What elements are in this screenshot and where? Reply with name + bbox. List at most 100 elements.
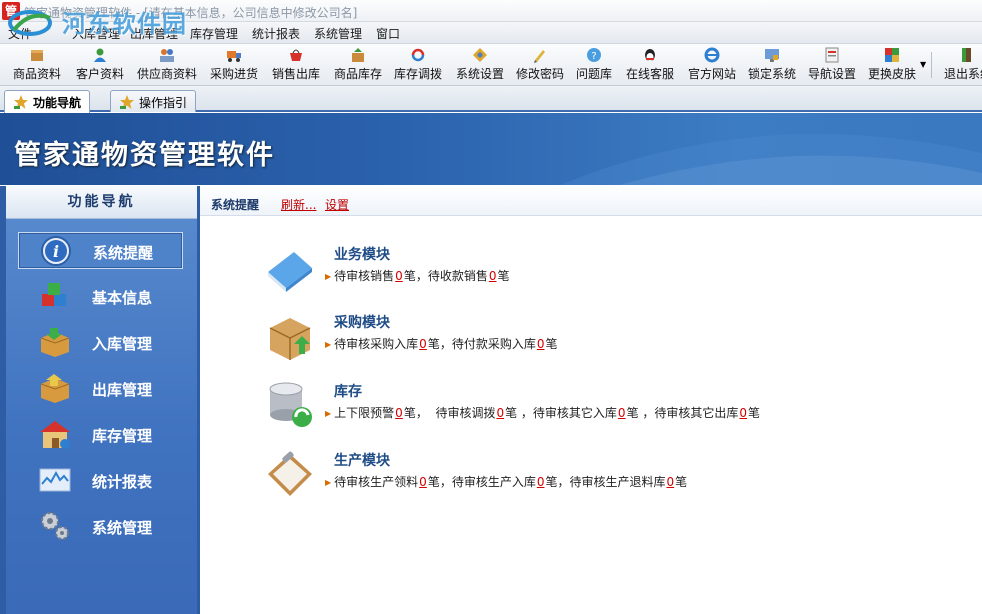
- count-link[interactable]: 0: [665, 475, 675, 489]
- change-password-button[interactable]: 修改密码: [512, 45, 568, 85]
- module-detail: ▶ 待审核采购入库0笔，待付款采购入库0笔: [325, 335, 557, 352]
- change-skin-button[interactable]: 更换皮肤: [864, 45, 920, 85]
- official-site-label: 官方网站: [687, 67, 736, 81]
- customer-label: 客户资料: [75, 67, 124, 81]
- tab-operation-guide[interactable]: 操作指引: [110, 90, 197, 112]
- tab-function-nav-label: 功能导航: [33, 96, 82, 110]
- exit-button[interactable]: 退出系统: [940, 45, 982, 85]
- info-icon: i: [41, 236, 71, 266]
- tab-function-nav[interactable]: 功能导航: [4, 90, 91, 113]
- count-link[interactable]: 0: [394, 406, 404, 420]
- nav-label-system-reminder: 系统提醒: [93, 244, 154, 262]
- goods-icon: [31, 50, 43, 61]
- nav-settings-icon: [825, 47, 839, 63]
- bullet-arrow-icon: ▶: [325, 340, 332, 349]
- nav-label-stock-in: 入库管理: [92, 335, 153, 353]
- purchase-button[interactable]: 采购进货: [206, 45, 262, 85]
- faq-button[interactable]: ? 问题库: [574, 45, 614, 85]
- qq-icon: [645, 49, 655, 61]
- faq-label: 问题库: [575, 67, 612, 81]
- lock-system-label: 锁定系统: [747, 67, 796, 81]
- settings-link[interactable]: 设置: [325, 196, 349, 213]
- detail-text: 笔，待审核生产退料库: [545, 475, 666, 489]
- detail-text: 笔 ，待审核其它出库: [626, 406, 739, 420]
- nav-item-basic-info[interactable]: 基本信息: [18, 278, 183, 315]
- nav-label-statistics: 统计报表: [92, 473, 153, 491]
- nav-settings-button[interactable]: 导航设置: [804, 45, 860, 85]
- customer-button[interactable]: 客户资料: [72, 45, 128, 85]
- goods-stock-button[interactable]: 商品库存: [330, 45, 386, 85]
- truck-icon: [227, 51, 241, 62]
- nav-label-basic-info: 基本信息: [92, 289, 153, 307]
- supplier-label: 供应商资料: [136, 67, 197, 81]
- module-detail: ▶ 上下限预警0笔， 待审核调拨0笔 ，待审核其它入库0笔 ，待审核其它出库0笔: [325, 404, 760, 421]
- palette-icon: [885, 48, 899, 62]
- goods-button[interactable]: 商品资料: [8, 45, 66, 85]
- detail-text: 笔，待审核生产入库: [427, 475, 536, 489]
- menu-report[interactable]: 统计报表: [252, 25, 300, 42]
- detail-text: 笔，待付款采购入库: [427, 337, 536, 351]
- count-link[interactable]: 0: [495, 406, 505, 420]
- nav-item-stock-in[interactable]: 入库管理: [18, 324, 183, 361]
- settings-icon: [473, 48, 487, 62]
- detail-text: 上下限预警: [334, 406, 395, 420]
- title-bar: 管 管家通物资管理软件 - [请在基本信息，公司信息中修改公司名]: [0, 0, 982, 22]
- detail-text: 待审核采购入库: [334, 337, 419, 351]
- warehouse-icon: [40, 421, 70, 449]
- module-detail: ▶ 待审核销售0笔，待收款销售0笔: [325, 267, 509, 284]
- online-service-button[interactable]: 在线客服: [622, 45, 678, 85]
- detail-text: 笔: [675, 475, 688, 489]
- menu-in-stock[interactable]: 入库管理: [72, 25, 120, 42]
- menu-inventory[interactable]: 库存管理: [190, 25, 238, 42]
- nav-item-statistics[interactable]: 统计报表: [18, 462, 183, 499]
- customer-icon: [94, 48, 106, 62]
- reminder-header: 系统提醒 刷新... 设置: [200, 186, 982, 216]
- stock-box-icon: [352, 48, 364, 62]
- nav-item-system-admin[interactable]: 系统管理: [18, 508, 183, 545]
- nav-item-system-reminder[interactable]: i 系统提醒: [18, 232, 183, 269]
- count-link[interactable]: 0: [394, 269, 404, 283]
- bullet-arrow-icon: ▶: [325, 478, 332, 487]
- toolbar-dropdown-icon[interactable]: ▼: [920, 60, 926, 69]
- sales-out-button[interactable]: 销售出库: [268, 45, 324, 85]
- goods-label: 商品资料: [12, 67, 61, 81]
- online-service-label: 在线客服: [625, 67, 674, 81]
- menu-file[interactable]: 文件: [8, 25, 32, 42]
- refresh-link[interactable]: 刷新...: [281, 196, 316, 213]
- module-business: 业务模块 ▶ 待审核销售0笔，待收款销售0笔: [264, 242, 824, 302]
- lock-screen-icon: [765, 49, 779, 62]
- svg-text:?: ?: [591, 51, 596, 62]
- count-link[interactable]: 0: [738, 406, 748, 420]
- detail-text: 笔: [748, 406, 761, 420]
- supplier-button[interactable]: 供应商资料: [134, 45, 200, 85]
- menu-out-stock[interactable]: 出库管理: [130, 25, 178, 42]
- function-nav-panel: 功能导航 i 系统提醒 基本信息 入库管理 出库管理 库存管理 统计报表 系统管…: [6, 186, 197, 614]
- count-link[interactable]: 0: [418, 337, 428, 351]
- basket-icon: [290, 49, 302, 61]
- official-site-button[interactable]: 官方网站: [684, 45, 740, 85]
- menu-system[interactable]: 系统管理: [314, 25, 362, 42]
- module-production: 生产模块 ▶ 待审核生产领料0笔，待审核生产入库0笔，待审核生产退料库0笔: [264, 448, 824, 508]
- nav-item-inventory[interactable]: 库存管理: [18, 416, 183, 453]
- detail-text: 待审核生产领料: [334, 475, 419, 489]
- detail-text: 笔，待收款销售: [403, 269, 488, 283]
- bullet-arrow-icon: ▶: [325, 409, 332, 418]
- detail-text: 笔， 待审核调拨: [403, 406, 496, 420]
- menu-window[interactable]: 窗口: [376, 25, 400, 42]
- lock-system-button[interactable]: 锁定系统: [744, 45, 800, 85]
- module-inventory: 库存 ▶ 上下限预警0笔， 待审核调拨0笔 ，待审核其它入库0笔 ，待审核其它出库…: [264, 379, 824, 439]
- count-link[interactable]: 0: [418, 475, 428, 489]
- change-password-label: 修改密码: [515, 67, 564, 81]
- transfer-button[interactable]: 库存调拨: [390, 45, 446, 85]
- package-up-icon: [269, 318, 311, 360]
- nav-item-stock-out[interactable]: 出库管理: [18, 370, 183, 407]
- count-link[interactable]: 0: [617, 406, 627, 420]
- banner-title: 管家通物资管理软件: [14, 140, 275, 171]
- system-settings-button[interactable]: 系统设置: [452, 45, 508, 85]
- module-title: 业务模块: [334, 247, 390, 263]
- main-panel: 系统提醒 刷新... 设置 业务模块 ▶ 待审核销售0笔，待收款销售0笔 采购模块…: [200, 186, 982, 614]
- module-title: 库存: [334, 384, 362, 400]
- toolbar-separator: [931, 52, 932, 78]
- nav-label-inventory: 库存管理: [92, 427, 153, 445]
- star-icon: [14, 95, 28, 109]
